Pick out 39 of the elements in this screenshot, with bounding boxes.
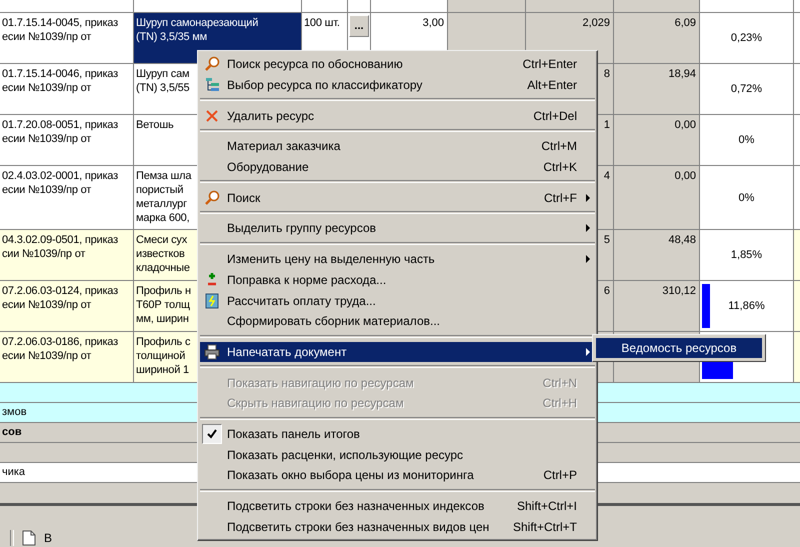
percent-text: 0,72% [730, 82, 762, 96]
percent-text: 0,23% [730, 31, 762, 45]
table-cell: 48,48 [614, 230, 699, 280]
percent-text: 11,86% [728, 299, 765, 313]
menu-item[interactable]: Подсветить строки без назначенных индексов Shift+Ctrl+I [200, 496, 595, 516]
percent-text: 0% [738, 190, 754, 204]
table-cell: 01.7.15.14-0046, приказ есии №1039/пр от [0, 64, 133, 114]
menu-item[interactable]: Напечатать документ [200, 342, 595, 362]
table-cell: 04.3.02.09-0501, приказ сии №1039/пр от [0, 230, 133, 280]
table-cell: 07.2.06.03-0186, приказ есии №1039/пр от [0, 332, 133, 382]
menu-item[interactable]: Показать расценки, использующие ресурс [200, 444, 595, 465]
submenu-arrow-icon [586, 194, 590, 202]
menu-item[interactable]: Ведомость ресурсов [596, 338, 762, 358]
menu-item[interactable]: Показать панель итогов [200, 424, 595, 444]
table-cell: 0,00 [614, 115, 699, 165]
calculator-icon [204, 292, 220, 309]
search-icon [204, 56, 220, 72]
submenu-arrow-icon [586, 348, 590, 356]
ellipsis-button[interactable]: ... [349, 15, 369, 37]
percent-text: 0% [738, 133, 754, 147]
search-icon [204, 190, 220, 206]
submenu-arrow-icon [586, 224, 590, 232]
tree-icon [204, 77, 220, 94]
table-cell: 07.2.06.03-0124, приказ есии №1039/пр от [0, 281, 133, 331]
toolbar-label[interactable]: В [44, 531, 52, 545]
table-cell: 18,94 [614, 64, 699, 114]
close-icon [204, 108, 220, 124]
table-cell: 0,00 [614, 166, 699, 229]
table-cell: 310,12 [614, 281, 699, 331]
percent-text: 1,85% [730, 248, 762, 262]
table-cell: 01.7.20.08-0051, приказ есии №1039/пр от [0, 115, 133, 165]
document-icon [22, 530, 36, 546]
checkmark-icon [206, 428, 218, 440]
menu-item[interactable]: Подсветить строки без назначенных видов цен Shift+Ctrl+T [200, 516, 595, 538]
printer-icon [204, 344, 220, 360]
submenu-arrow-icon [586, 255, 590, 264]
table-cell: 02.4.03.02-0001, приказ есии №1039/пр от [0, 166, 133, 229]
table-cell: 6,09 [614, 13, 699, 63]
table-cell: 01.7.15.14-0045, приказ есии №1039/пр от [0, 13, 133, 63]
